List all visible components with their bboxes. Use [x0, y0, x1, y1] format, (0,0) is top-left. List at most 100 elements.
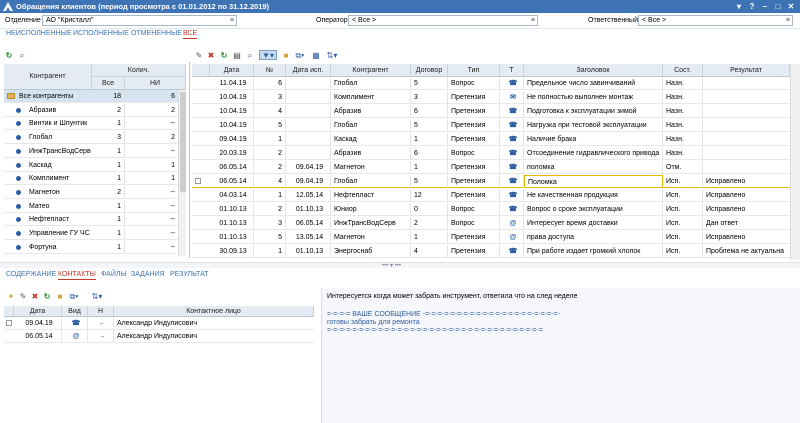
- contragent-row[interactable]: Комплимент 1 1: [4, 172, 178, 186]
- group-icon[interactable]: ⧉▾: [293, 51, 307, 61]
- contragent-row[interactable]: Каскад 1 1: [4, 158, 178, 172]
- requests-panel: ✎ ✖ ↻ ▤ ⌕ ▼▾ ■ ⧉▾ ▦ ⇅▾ Дата № Дата исп. …: [192, 48, 800, 260]
- count-all: 1: [92, 227, 125, 240]
- request-number: 6: [254, 77, 286, 90]
- contragent-row[interactable]: Глобал 3 2: [4, 131, 178, 145]
- new-icon[interactable]: ✦: [6, 292, 16, 302]
- delete-icon[interactable]: ✖: [206, 51, 216, 61]
- minimize-button[interactable]: –: [759, 1, 771, 12]
- columns-icon[interactable]: ▦: [311, 51, 321, 61]
- header-contact-person[interactable]: Контактное лицо: [114, 306, 314, 317]
- tab-fulfilled[interactable]: ИСПОЛНЕННЫЕ: [73, 30, 129, 37]
- sort-icon[interactable]: ⇅▾: [90, 292, 104, 302]
- contragent-row[interactable]: Матео 1 --: [4, 199, 178, 213]
- group-icon[interactable]: ⧉▾: [67, 292, 81, 302]
- contragent-row[interactable]: Управление ГУ ЧС 1 --: [4, 227, 178, 240]
- folder-icon[interactable]: ■: [281, 51, 291, 61]
- tab-contacts[interactable]: КОНТАКТЫ: [58, 271, 96, 280]
- window-title: Обращения клиентов (период просмотра с 0…: [16, 2, 270, 11]
- request-date: 10.04.19: [210, 91, 254, 104]
- print-icon[interactable]: ▤: [232, 51, 242, 61]
- header-t[interactable]: Т: [500, 64, 524, 77]
- contragent-scrollbar[interactable]: [178, 90, 186, 256]
- header-ni[interactable]: НИ: [125, 77, 186, 90]
- folder-icon[interactable]: ■: [55, 292, 65, 302]
- header-contragent[interactable]: Контрагент: [4, 64, 92, 90]
- contragent-row[interactable]: Фортуна 1 --: [4, 240, 178, 254]
- close-button[interactable]: ✕: [785, 1, 797, 12]
- request-done-date: [286, 91, 331, 104]
- menu-dropdown-icon[interactable]: ▾: [733, 1, 745, 12]
- contragent-row[interactable]: Абразив 2 2: [4, 103, 178, 117]
- scroll-thumb[interactable]: [180, 92, 186, 192]
- header-number[interactable]: №: [254, 64, 286, 77]
- delete-icon[interactable]: ✖: [30, 292, 40, 302]
- filter-icon[interactable]: ▼▾: [259, 50, 277, 60]
- header-date[interactable]: Дата: [14, 306, 62, 317]
- request-result: [703, 161, 790, 174]
- header-state[interactable]: Сост.: [663, 64, 703, 77]
- request-row[interactable]: 10.04.19 3 Комплимент 3 Претензия ✉ Не полност…: [192, 91, 790, 104]
- request-type: Претензия: [448, 133, 500, 146]
- sort-icon[interactable]: ⇅▾: [325, 51, 339, 61]
- request-row[interactable]: 09.04.19 1 Каскад 1 Претензия ☎ Наличие брака Н…: [192, 133, 790, 146]
- row-checkbox[interactable]: [195, 178, 201, 184]
- count-all: 1: [92, 199, 125, 213]
- tab-unfulfilled[interactable]: НЕИСПОЛНЕННЫЕ: [6, 30, 72, 37]
- horizontal-splitter[interactable]: ••• ▾ •••: [0, 262, 800, 269]
- request-type: Вопрос: [448, 77, 500, 90]
- search-icon[interactable]: ⌕: [245, 51, 255, 61]
- tab-all[interactable]: ВСЕ: [183, 30, 198, 39]
- header-result[interactable]: Результат: [703, 64, 790, 77]
- contragent-row[interactable]: Винтик и Шпунтик 1 --: [4, 117, 178, 131]
- request-row[interactable]: 01.10.13 5 13.05.14 Магнетон 1 Претензия @ прав…: [192, 231, 790, 244]
- tab-tasks[interactable]: ЗАДАНИЯ: [131, 271, 165, 278]
- edit-icon[interactable]: ✎: [18, 292, 28, 302]
- header-all[interactable]: Все: [92, 77, 125, 90]
- request-row[interactable]: 20.03.19 2 Абразив 6 Вопрос ☎ Отсоединение гид…: [192, 147, 790, 160]
- edit-icon[interactable]: ✎: [194, 51, 204, 61]
- request-done-date: [286, 77, 331, 90]
- tab-cancelled[interactable]: ОТМЕНЕННЫЕ: [131, 30, 182, 37]
- request-row[interactable]: 01.10.13 2 01.10.13 Юниор 0 Вопрос ☎ Вопрос о с…: [192, 203, 790, 216]
- contragent-row[interactable]: ИнжТрансВодСерв 1 --: [4, 144, 178, 158]
- row-checkbox[interactable]: [6, 320, 12, 326]
- request-result: [703, 91, 790, 104]
- request-row[interactable]: 10.04.19 4 Абразив 6 Претензия ☎ Подготовка к …: [192, 105, 790, 118]
- refresh-icon[interactable]: ↻: [4, 51, 14, 61]
- header-kind[interactable]: Вид: [62, 306, 88, 317]
- request-row[interactable]: 10.04.19 5 Глобал 5 Претензия ☎ Нагрузка при т…: [192, 119, 790, 132]
- tab-result[interactable]: РЕЗУЛЬТАТ: [170, 271, 208, 278]
- header-done-date[interactable]: Дата исп.: [286, 64, 331, 77]
- request-row[interactable]: 06.05.14 2 09.04.19 Магнетон 1 Претензия ☎ поло…: [192, 161, 790, 174]
- contact-row[interactable]: 06.05.14 @ → Александр Индулисович: [4, 330, 314, 343]
- request-row[interactable]: 30.09.13 1 01.10.13 Энергоснаб 4 Претензия ☎ Пр…: [192, 245, 790, 258]
- header-type[interactable]: Тип: [448, 64, 500, 77]
- contact-row[interactable]: 09.04.19 ☎ ← Александр Индулисович: [4, 317, 314, 330]
- count-ni: 1: [171, 161, 175, 169]
- header-contragent[interactable]: Контрагент: [331, 64, 411, 77]
- refresh-icon[interactable]: ↻: [42, 292, 52, 302]
- count-ni: --: [170, 243, 175, 251]
- department-select[interactable]: АО "Кристалл" ≡: [42, 15, 237, 26]
- request-row[interactable]: 11.04.19 6 Глобал 5 Вопрос ☎ Предельное число …: [192, 77, 790, 90]
- contragent-row[interactable]: Все контрагенты 18 6: [4, 90, 178, 103]
- request-row[interactable]: 06.05.14 4 09.04.19 Глобал 5 Претензия ☎ Поломк…: [192, 175, 790, 188]
- maximize-button[interactable]: □: [772, 1, 784, 12]
- header-title[interactable]: Заголовок: [524, 64, 663, 77]
- header-direction[interactable]: Н: [88, 306, 114, 317]
- header-date[interactable]: Дата: [210, 64, 254, 77]
- request-row[interactable]: 04.03.14 1 12.05.14 Нефтепласт 12 Претензия ☎ Н…: [192, 189, 790, 202]
- request-row[interactable]: 01.10.13 3 06.05.14 ИнжТрансВодСерв 2 Вопрос @…: [192, 217, 790, 230]
- search-icon[interactable]: ⌕: [17, 51, 27, 61]
- tab-content[interactable]: СОДЕРЖАНИЕ: [6, 271, 56, 278]
- contragent-row[interactable]: Нефтепласт 1 --: [4, 213, 178, 227]
- help-button[interactable]: ?: [746, 1, 758, 12]
- tab-files[interactable]: ФАЙЛЫ: [101, 271, 127, 278]
- requests-scrollbar[interactable]: [790, 64, 800, 260]
- refresh-icon[interactable]: ↻: [219, 51, 229, 61]
- contragent-row[interactable]: Магнетон 2 --: [4, 185, 178, 199]
- header-contract[interactable]: Договор: [411, 64, 448, 77]
- operator-select[interactable]: < Все > ≡: [348, 15, 538, 26]
- responsible-select[interactable]: < Все > ≡: [638, 15, 793, 26]
